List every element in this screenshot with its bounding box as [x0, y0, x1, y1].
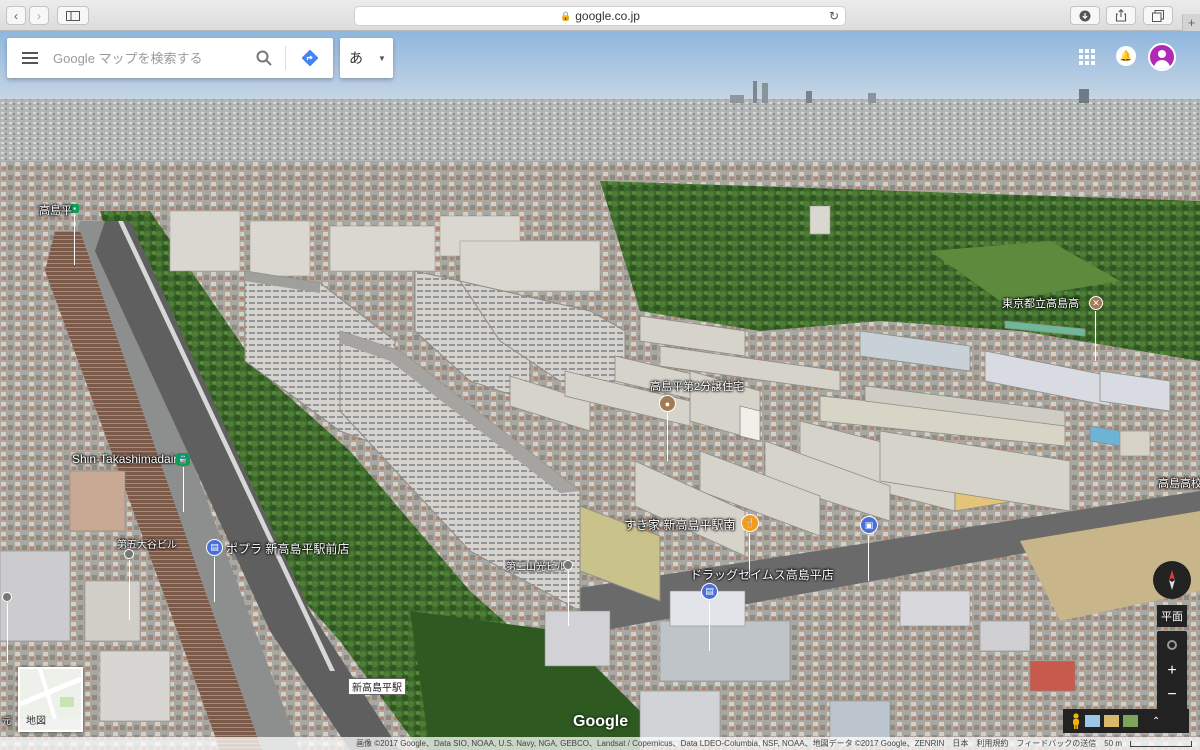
school-pin-icon[interactable]: ✕	[1089, 296, 1103, 310]
pegman-icon[interactable]	[1071, 713, 1081, 729]
place-label-edge[interactable]: 元	[2, 714, 11, 727]
forward-icon: ›	[37, 8, 41, 23]
layer-label: 地図	[26, 716, 46, 727]
attribution-bar: 画像 ©2017 Google、Data SIO, NOAA, U.S. Nav…	[0, 737, 1200, 750]
place-label-building2[interactable]: 第二山光ビル	[506, 558, 566, 573]
imagery-thumb-terrain[interactable]	[1104, 715, 1119, 727]
place-label-sukiya[interactable]: すき家 新高島平駅南	[624, 516, 735, 533]
search-input[interactable]	[53, 43, 249, 73]
feedback-link[interactable]: フィードバックの送信	[1016, 738, 1096, 749]
rotate-button[interactable]	[1157, 633, 1187, 655]
sidebar-button[interactable]	[57, 6, 89, 25]
input-method-selector[interactable]: あ ▼	[340, 38, 393, 78]
caret-down-icon: ▼	[378, 53, 386, 63]
forward-button[interactable]: ›	[29, 6, 49, 25]
pin-stem	[129, 560, 130, 620]
building-pin-icon[interactable]	[2, 592, 12, 602]
intersection-sign[interactable]: 新高島平駅	[348, 678, 406, 695]
tilt-toggle-button[interactable]: 平面	[1157, 605, 1187, 627]
back-button[interactable]: ‹	[6, 6, 26, 25]
imagery-thumb-satellite[interactable]	[1123, 715, 1138, 727]
expand-icon[interactable]: ⌃	[1152, 716, 1160, 727]
tabs-button[interactable]	[1143, 6, 1173, 25]
address-bar[interactable]: 🔒 google.co.jp ↻	[354, 6, 846, 26]
search-box	[7, 38, 333, 78]
url-text: google.co.jp	[575, 9, 640, 23]
aerial-3d-imagery	[0, 31, 1200, 750]
building-pin-icon[interactable]	[563, 560, 573, 570]
pin-stem	[868, 535, 869, 581]
menu-icon[interactable]	[7, 38, 53, 78]
landmark-pin-icon[interactable]: ●	[659, 395, 676, 412]
pin-stem	[709, 601, 710, 651]
zoom-in-icon: +	[1167, 662, 1177, 679]
zoom-in-button[interactable]: +	[1157, 660, 1187, 682]
scale-label: 50 m	[1104, 739, 1122, 748]
tabs-icon	[1152, 9, 1164, 22]
reload-icon[interactable]: ↻	[829, 9, 839, 23]
building-pin-icon[interactable]	[124, 549, 134, 559]
search-icon[interactable]	[249, 38, 279, 78]
place-label-poplar[interactable]: ポプラ 新高島平駅前店	[226, 540, 349, 557]
imagery-tray: ⌃	[1063, 709, 1189, 733]
zoom-out-icon: −	[1167, 686, 1177, 703]
sidebar-icon	[66, 10, 80, 21]
pin-stem	[7, 603, 8, 663]
share-button[interactable]	[1106, 6, 1136, 25]
convenience-store-icon[interactable]: ▤	[206, 539, 223, 556]
country-link[interactable]: 日本	[952, 738, 968, 749]
directions-icon[interactable]	[292, 38, 328, 78]
search-divider	[285, 46, 286, 70]
apps-grid-icon[interactable]	[1079, 49, 1095, 65]
share-icon	[1115, 9, 1127, 22]
downloads-button[interactable]	[1070, 6, 1100, 25]
imagery-credits: 画像 ©2017 Google、Data SIO, NOAA, U.S. Nav…	[356, 739, 945, 748]
scale-bar	[1130, 740, 1192, 747]
train-station-icon[interactable]: 🚆	[176, 453, 190, 466]
pin-stem	[568, 571, 569, 626]
browser-toolbar: ‹ › 🔒 google.co.jp ↻ +	[0, 0, 1200, 31]
terms-link[interactable]: 利用規約	[976, 738, 1008, 749]
new-tab-button[interactable]: +	[1182, 14, 1200, 31]
ime-label: あ	[349, 50, 363, 66]
place-label-danchi[interactable]: 高島平第2分譲住宅	[650, 378, 744, 394]
zoom-controls: + −	[1157, 631, 1187, 711]
pin-stem	[1095, 311, 1096, 361]
compass-icon[interactable]	[1153, 561, 1191, 599]
avatar[interactable]	[1148, 43, 1176, 71]
google-logo: Google	[573, 713, 629, 730]
plus-icon: +	[1187, 15, 1196, 30]
place-label-drugstore[interactable]: ドラッグセイムス高島平店	[690, 566, 834, 583]
place-label-school[interactable]: 東京都立高島高	[1002, 295, 1079, 311]
shopping-icon[interactable]: ▤	[701, 583, 718, 600]
imagery-thumb-sky[interactable]	[1085, 715, 1100, 727]
pin-stem	[214, 557, 215, 602]
place-label-school2[interactable]: 高島高校前	[1158, 475, 1200, 491]
pin-stem	[667, 413, 668, 461]
rotate-icon	[1167, 640, 1177, 650]
station-label-takashimadaira[interactable]: 高島平	[39, 202, 72, 218]
download-icon	[1079, 10, 1091, 21]
pin-stem	[74, 215, 75, 265]
bus-stop-icon[interactable]: ▣	[860, 516, 878, 534]
station-label-shin-takashimadaira[interactable]: Shin-Takashimadaira	[72, 452, 184, 466]
pin-stem	[183, 467, 184, 512]
restaurant-icon[interactable]: 🍴	[741, 514, 759, 532]
map-layer-toggle[interactable]: 地図	[18, 667, 83, 732]
zoom-out-button[interactable]: −	[1157, 684, 1187, 706]
tilt-label: 平面	[1161, 611, 1183, 623]
back-icon: ‹	[14, 8, 18, 23]
map-canvas[interactable]: あ ▼ 🔔 ▪ 高島平 Shin-Takashimadaira 🚆 高島平第2分…	[0, 31, 1200, 750]
lock-icon: 🔒	[560, 10, 572, 21]
notifications-bell-icon[interactable]: 🔔	[1116, 46, 1136, 66]
